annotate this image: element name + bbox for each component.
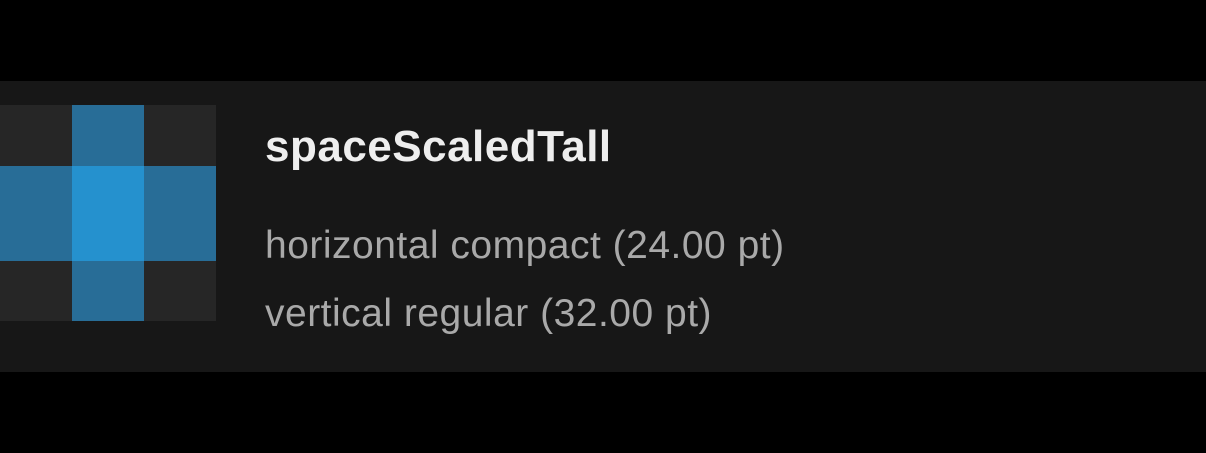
swatch-center — [72, 166, 144, 261]
swatch-edge-left — [0, 166, 72, 261]
swatch-corner-top-right — [144, 105, 216, 166]
vertical-spacing-value: vertical regular (32.00 pt) — [265, 292, 713, 335]
swatch-corner-bottom-right — [144, 261, 216, 321]
swatch-edge-bottom — [72, 261, 144, 321]
swatch-edge-top — [72, 105, 144, 166]
spacing-token-row[interactable]: spaceScaledTall horizontal compact (24.0… — [0, 81, 1206, 372]
swatch-corner-bottom-left — [0, 261, 72, 321]
horizontal-spacing-value: horizontal compact (24.00 pt) — [265, 224, 785, 267]
swatch-edge-right — [144, 166, 216, 261]
spacing-swatch-icon — [0, 105, 216, 321]
swatch-corner-top-left — [0, 105, 72, 166]
token-name: spaceScaledTall — [265, 122, 612, 171]
